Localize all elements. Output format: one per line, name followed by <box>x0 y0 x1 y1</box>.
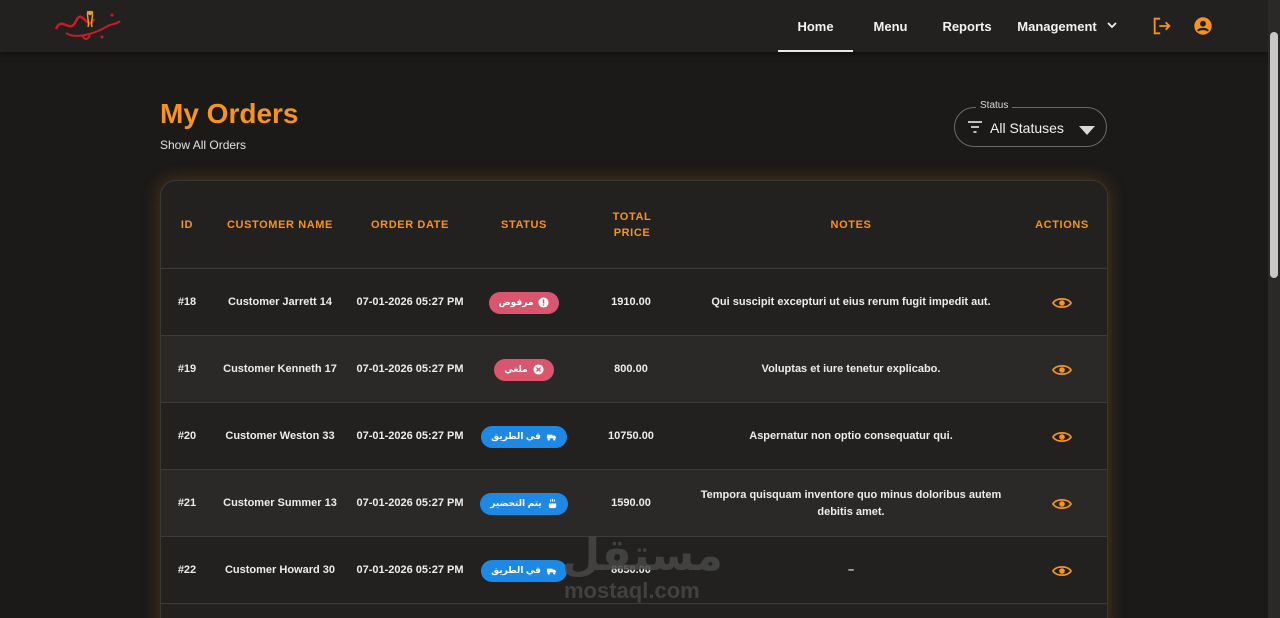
order-id: #22 <box>177 564 197 576</box>
page-title: My Orders <box>160 98 299 129</box>
order-id: #21 <box>177 497 197 509</box>
total-price: 1910.00 <box>611 296 651 308</box>
nav-reports[interactable]: Reports <box>928 0 1006 52</box>
nav-management[interactable]: Management <box>1006 0 1128 52</box>
page-subtitle: Show All Orders <box>160 138 247 152</box>
actions-cell <box>1029 336 1095 403</box>
actions-cell <box>1029 269 1095 336</box>
table-header: ID CUSTOMER NAME ORDER DATE STATUS TOTAL… <box>161 181 1107 269</box>
view-eye-icon[interactable] <box>1052 430 1072 444</box>
column-header-status: STATUS <box>501 219 547 231</box>
view-eye-icon[interactable] <box>1052 296 1072 310</box>
order-id: #20 <box>177 430 197 442</box>
column-header-actions: ACTIONS <box>1035 219 1089 231</box>
view-eye-icon[interactable] <box>1052 363 1072 377</box>
status-badge: ملغي <box>494 358 554 381</box>
nav-home-label: Home <box>797 18 834 34</box>
order-notes: Voluptas et iure tenetur explicabo. <box>761 363 941 375</box>
order-notes: Qui suscipit excepturi ut eius rerum fug… <box>711 296 991 308</box>
table-row[interactable]: #21 Customer Summer 13 07-01-2026 05:27 PM… <box>161 470 1107 537</box>
status-cell: في الطريق <box>473 403 575 470</box>
status-cell: مرفوض <box>473 269 575 336</box>
status-badge: يتم التحضير <box>480 492 568 515</box>
order-date: 07-01-2026 05:27 PM <box>356 363 464 375</box>
status-filter-value: All Statuses <box>990 120 1064 136</box>
total-price: 1590.00 <box>611 497 651 509</box>
actions-cell <box>1029 537 1095 604</box>
order-date: 07-01-2026 05:27 PM <box>356 430 464 442</box>
status-badge: مرفوض <box>488 291 560 314</box>
nav-menu[interactable]: Menu <box>853 0 928 52</box>
order-notes: Aspernatur non optio consequatur qui. <box>749 430 953 442</box>
customer-name: Customer Weston 33 <box>225 430 335 442</box>
status-badge-label: في الطريق <box>491 431 541 441</box>
status-badge: في الطريق <box>481 425 567 448</box>
customer-name: Customer Howard 30 <box>224 564 336 576</box>
view-eye-icon[interactable] <box>1052 497 1072 511</box>
status-badge: في الطريق <box>481 559 567 582</box>
customer-name: Customer Kenneth 17 <box>223 363 337 375</box>
status-badge-label: مرفوض <box>498 297 534 307</box>
order-id: #19 <box>177 363 197 375</box>
order-date: 07-01-2026 05:27 PM <box>356 564 464 576</box>
table-row[interactable]: #20 Customer Weston 33 07-01-2026 05:27 PM… <box>161 403 1107 470</box>
nav-menu-label: Menu <box>873 18 908 34</box>
orders-table: ID CUSTOMER NAME ORDER DATE STATUS TOTAL… <box>160 180 1108 618</box>
column-header-customer: CUSTOMER NAME <box>227 219 333 231</box>
order-notes: Tempora quisquam inventore quo minus dol… <box>700 488 1002 518</box>
chevron-down-icon <box>1107 21 1117 32</box>
order-id: #18 <box>177 296 197 308</box>
page-scrollbar[interactable] <box>1268 0 1280 618</box>
brand-logo[interactable] <box>52 5 124 45</box>
actions-cell <box>1029 403 1095 470</box>
order-date: 07-01-2026 05:27 PM <box>356 296 464 308</box>
column-header-total-price: TOTAL PRICE <box>612 211 652 239</box>
error-icon <box>538 297 549 308</box>
cancel-icon <box>533 364 544 375</box>
cooking-icon <box>547 498 558 509</box>
scrollbar-thumb[interactable] <box>1270 32 1278 278</box>
logout-icon[interactable] <box>1151 15 1173 37</box>
view-eye-icon[interactable] <box>1052 564 1072 578</box>
status-cell: ملغي <box>473 336 575 403</box>
customer-name: Customer Jarrett 14 <box>228 296 332 308</box>
nav-home[interactable]: Home <box>778 0 853 52</box>
delivery-icon <box>546 431 557 442</box>
nav-reports-label: Reports <box>942 18 992 34</box>
table-row[interactable]: #22 Customer Howard 30 07-01-2026 05:27 PM… <box>161 537 1107 604</box>
actions-cell <box>1029 470 1095 537</box>
total-price: 800.00 <box>614 363 648 375</box>
dropdown-arrow-icon <box>1079 123 1095 141</box>
nav-management-label: Management <box>1017 18 1097 34</box>
status-badge-label: ملغي <box>504 364 528 374</box>
customer-name: Customer Summer 13 <box>223 497 337 509</box>
column-header-order-date: ORDER DATE <box>371 219 449 231</box>
order-date: 07-01-2026 05:27 PM <box>356 497 464 509</box>
table-row[interactable]: #19 Customer Kenneth 17 07-01-2026 05:27 P… <box>161 336 1107 403</box>
status-filter-select[interactable]: Status All Statuses <box>954 100 1107 147</box>
total-price: 8650.00 <box>611 564 651 576</box>
column-header-id: ID <box>180 219 194 231</box>
status-cell: في الطريق <box>473 537 575 604</box>
delivery-icon <box>546 565 557 576</box>
status-badge-label: يتم التحضير <box>490 498 542 508</box>
status-badge-label: في الطريق <box>491 565 541 575</box>
status-filter-legend: Status <box>976 100 1013 111</box>
table-row[interactable]: #18 Customer Jarrett 14 07-01-2026 05:27 P… <box>161 269 1107 336</box>
main-nav: Home Menu Reports Management <box>778 0 1128 52</box>
account-circle-icon[interactable] <box>1192 15 1214 37</box>
status-cell: يتم التحضير <box>473 470 575 537</box>
column-header-notes: NOTES <box>830 219 872 231</box>
total-price: 10750.00 <box>608 430 654 442</box>
order-notes: – <box>847 564 855 576</box>
filter-list-icon <box>967 120 983 139</box>
top-navbar: Home Menu Reports Management <box>0 0 1268 52</box>
